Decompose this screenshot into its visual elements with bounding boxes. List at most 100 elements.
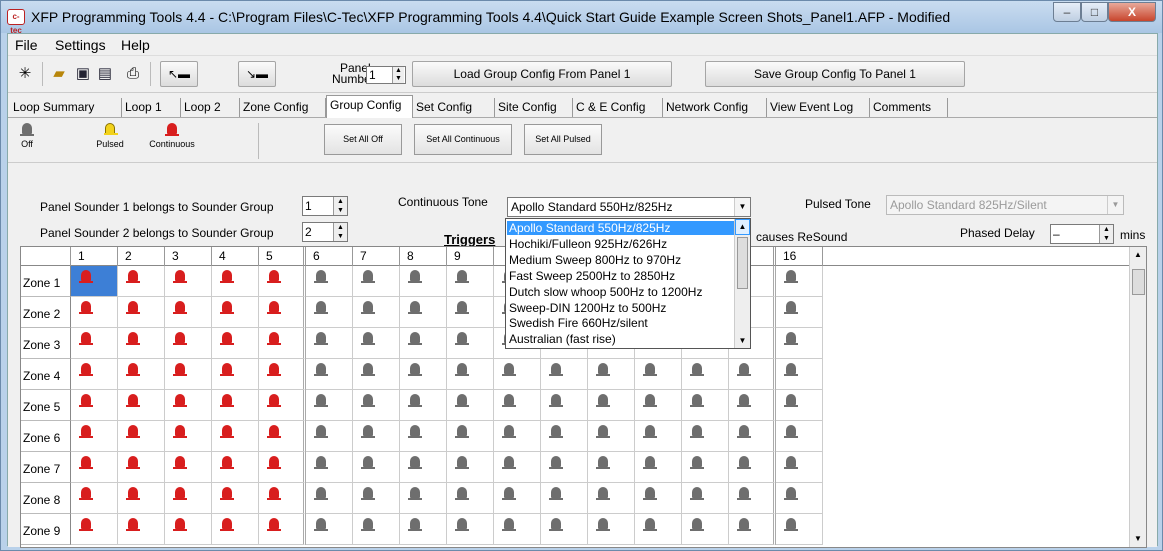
- grid-cell[interactable]: [541, 359, 588, 390]
- tab-loop-summary[interactable]: Loop Summary: [10, 98, 122, 117]
- grid-row-header[interactable]: Zone 6: [21, 421, 71, 452]
- title-bar[interactable]: c-tec XFP Programming Tools 4.4 - C:\Pro…: [1, 1, 1162, 35]
- chevron-down-icon[interactable]: ▼: [734, 198, 750, 216]
- load-group-config-button[interactable]: Load Group Config From Panel 1: [412, 61, 672, 87]
- grid-cell[interactable]: [118, 390, 165, 421]
- grid-cell[interactable]: [447, 328, 494, 359]
- grid-cell[interactable]: [259, 297, 306, 328]
- grid-cell[interactable]: [71, 390, 118, 421]
- grid-cell[interactable]: [353, 359, 400, 390]
- menu-file[interactable]: File: [15, 37, 38, 53]
- grid-cell[interactable]: [541, 452, 588, 483]
- tab-group-config[interactable]: Group Config: [326, 95, 413, 118]
- grid-cell[interactable]: [353, 390, 400, 421]
- grid-vertical-scrollbar[interactable]: ▲ ▼: [1129, 247, 1146, 547]
- grid-cell[interactable]: [165, 328, 212, 359]
- grid-cell[interactable]: [212, 452, 259, 483]
- grid-cell[interactable]: [165, 421, 212, 452]
- grid-cell[interactable]: [729, 514, 776, 545]
- grid-cell[interactable]: [400, 421, 447, 452]
- grid-cell[interactable]: [306, 390, 353, 421]
- grid-column-header[interactable]: 9: [447, 247, 494, 266]
- grid-cell[interactable]: [212, 328, 259, 359]
- grid-cell[interactable]: [212, 390, 259, 421]
- grid-cell[interactable]: [165, 359, 212, 390]
- grid-cell[interactable]: [541, 514, 588, 545]
- grid-cell[interactable]: [400, 297, 447, 328]
- dropdown-scroll-thumb[interactable]: [737, 237, 748, 289]
- grid-column-header[interactable]: 6: [306, 247, 353, 266]
- grid-cell[interactable]: [776, 328, 823, 359]
- grid-cell[interactable]: [165, 390, 212, 421]
- save-as-icon[interactable]: ▤: [94, 62, 116, 86]
- grid-cell[interactable]: [165, 266, 212, 297]
- grid-row-header[interactable]: Zone 5: [21, 390, 71, 421]
- maximize-button[interactable]: □: [1081, 2, 1108, 22]
- tab-zone-config[interactable]: Zone Config: [240, 98, 326, 117]
- scroll-up-icon[interactable]: ▲: [735, 219, 750, 235]
- grid-column-header[interactable]: 2: [118, 247, 165, 266]
- grid-cell[interactable]: [118, 452, 165, 483]
- grid-cell[interactable]: [776, 359, 823, 390]
- grid-column-header[interactable]: 3: [165, 247, 212, 266]
- grid-cell[interactable]: [447, 359, 494, 390]
- grid-cell[interactable]: [259, 483, 306, 514]
- grid-cell[interactable]: [165, 483, 212, 514]
- grid-cell[interactable]: [306, 483, 353, 514]
- grid-cell[interactable]: [494, 514, 541, 545]
- menu-settings[interactable]: Settings: [55, 37, 106, 53]
- dropdown-option[interactable]: Hochiki/Fulleon 925Hz/626Hz: [507, 237, 735, 251]
- grid-cell[interactable]: [776, 483, 823, 514]
- grid-cell[interactable]: [729, 452, 776, 483]
- grid-cell[interactable]: [400, 452, 447, 483]
- grid-cell[interactable]: [494, 483, 541, 514]
- grid-row-header[interactable]: Zone 7: [21, 452, 71, 483]
- dropdown-option[interactable]: Medium Sweep 800Hz to 970Hz: [507, 253, 735, 267]
- grid-cell[interactable]: [682, 483, 729, 514]
- grid-cell[interactable]: [682, 359, 729, 390]
- grid-cell[interactable]: [165, 452, 212, 483]
- tab-loop-1[interactable]: Loop 1: [122, 98, 181, 117]
- grid-cell[interactable]: [353, 452, 400, 483]
- download-from-panel-icon[interactable]: ↘▬: [238, 61, 276, 87]
- scroll-down-icon[interactable]: ▼: [1130, 531, 1146, 547]
- grid-cell[interactable]: [682, 390, 729, 421]
- grid-cell[interactable]: [353, 328, 400, 359]
- grid-cell[interactable]: [588, 421, 635, 452]
- grid-cell[interactable]: [71, 421, 118, 452]
- grid-cell[interactable]: [635, 452, 682, 483]
- grid-cell[interactable]: [353, 266, 400, 297]
- grid-cell[interactable]: [729, 359, 776, 390]
- grid-cell[interactable]: [729, 421, 776, 452]
- grid-cell[interactable]: [682, 514, 729, 545]
- panel-number-spinner[interactable]: ▲ ▼: [392, 67, 404, 83]
- grid-cell[interactable]: [400, 266, 447, 297]
- grid-cell[interactable]: [682, 421, 729, 452]
- dropdown-scrollbar[interactable]: ▲ ▼: [734, 219, 750, 348]
- grid-column-header[interactable]: 4: [212, 247, 259, 266]
- grid-cell[interactable]: [306, 514, 353, 545]
- grid-cell[interactable]: [447, 390, 494, 421]
- tone-pulsed[interactable]: Pulsed: [90, 123, 130, 149]
- grid-cell[interactable]: [71, 514, 118, 545]
- tone-off[interactable]: Off: [16, 123, 38, 149]
- sounder1-group-input[interactable]: 1 ▲ ▼: [302, 196, 348, 216]
- tab-comments[interactable]: Comments: [870, 98, 948, 117]
- new-file-icon[interactable]: ✳: [14, 62, 36, 86]
- grid-cell[interactable]: [212, 359, 259, 390]
- sounder1-spinner-icon[interactable]: ▲ ▼: [333, 197, 347, 215]
- grid-cell[interactable]: [259, 266, 306, 297]
- grid-cell[interactable]: [118, 514, 165, 545]
- phased-delay-spinner-icon[interactable]: ▲ ▼: [1099, 225, 1113, 243]
- grid-cell[interactable]: [118, 266, 165, 297]
- grid-cell[interactable]: [635, 483, 682, 514]
- dropdown-option[interactable]: Australian (fast rise): [507, 332, 735, 346]
- grid-cell[interactable]: [71, 266, 118, 297]
- grid-cell[interactable]: [353, 483, 400, 514]
- scroll-up-icon[interactable]: ▲: [1130, 247, 1146, 263]
- grid-cell[interactable]: [541, 421, 588, 452]
- continuous-tone-select[interactable]: Apollo Standard 550Hz/825Hz ▼: [507, 197, 751, 217]
- grid-cell[interactable]: [306, 297, 353, 328]
- grid-cell[interactable]: [588, 452, 635, 483]
- grid-cell[interactable]: [776, 266, 823, 297]
